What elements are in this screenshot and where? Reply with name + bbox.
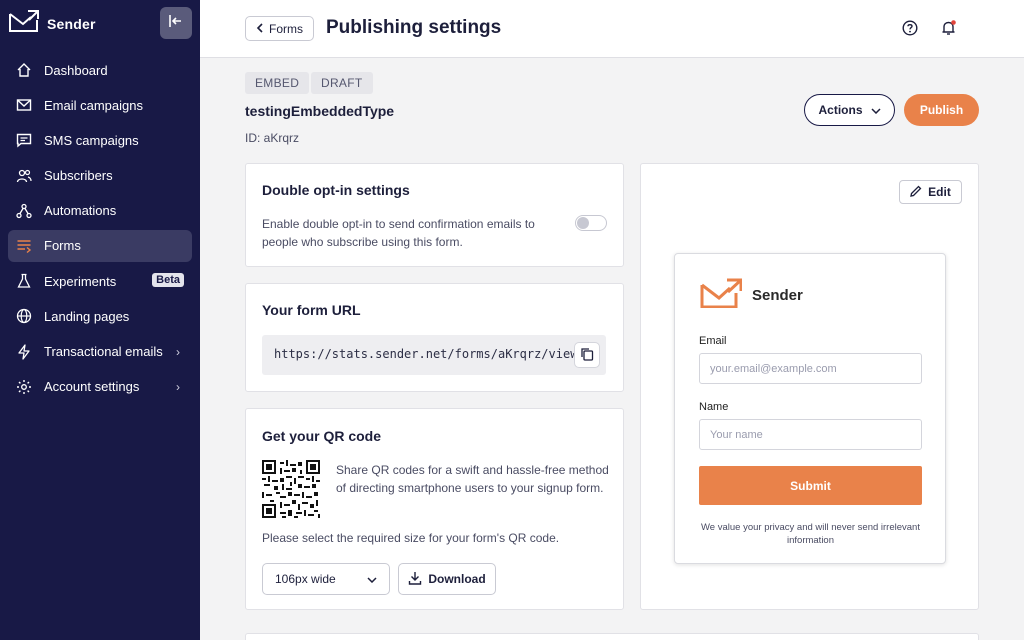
chevron-down-icon [367,572,377,586]
sidebar-item-subscribers[interactable]: Subscribers [8,160,192,192]
actions-dropdown-button[interactable]: Actions [804,94,895,126]
copy-icon [580,347,594,364]
qr-code-description: Share QR codes for a swift and hassle-fr… [336,463,609,495]
beta-badge: Beta [152,273,184,288]
sidebar-item-forms[interactable]: Forms [8,229,192,262]
email-label: Email [699,335,727,347]
sidebar-item-dashboard[interactable]: Dashboard [8,54,192,86]
actions-label: Actions [818,103,863,117]
form-id: ID: aKrqrz [245,131,300,145]
form-name: testingEmbeddedType [245,103,395,119]
sender-logo-icon [700,278,743,313]
form-url-field[interactable]: https://stats.sender.net/forms/aKrqrz/vi… [262,335,606,375]
edit-form-button[interactable]: Edit [899,180,962,204]
home-icon [16,62,32,78]
qr-size-select[interactable]: 106px wide [262,563,390,595]
sidebar-item-label: Experiments [44,273,117,289]
toggle-knob [577,217,589,229]
privacy-notice: We value your privacy and will never sen… [701,522,920,546]
brand[interactable]: Sender [9,10,96,37]
qr-code-card: Get your QR code Share QR codes for a sw… [245,408,624,610]
sidebar-item-experiments[interactable]: Experiments Beta [8,265,192,297]
sidebar-item-label: Dashboard [44,62,108,78]
sidebar-item-transactional-emails[interactable]: Transactional emails › [8,336,192,368]
lightning-icon [16,343,32,360]
sidebar-item-label: Automations [44,203,117,219]
chevron-down-icon [870,103,881,117]
download-qr-button[interactable]: Download [398,563,496,595]
pencil-icon [910,185,922,200]
sidebar-item-account-settings[interactable]: Account settings › [8,371,192,403]
download-icon [408,571,422,588]
brand-name: Sender [47,15,96,32]
back-to-forms-button[interactable]: Forms [245,16,314,41]
double-optin-card: Double opt-in settings Enable double opt… [245,163,624,267]
chevron-left-icon [256,22,264,36]
email-placeholder: your.email@example.com [710,362,837,375]
embed-tag: EMBED [245,72,310,94]
sidebar-item-landing-pages[interactable]: Landing pages [8,300,192,332]
chevron-right-icon: › [176,379,180,394]
sidebar-item-sms-campaigns[interactable]: SMS campaigns [8,124,192,156]
back-button-label: Forms [269,21,303,36]
qr-size-prompt: Please select the required size for your… [262,531,560,545]
sidebar: Sender Dashboard Email campaigns SMS cam… [0,0,200,640]
sidebar-item-label: Subscribers [44,168,113,184]
collapse-icon [169,14,183,33]
form-url-card: Your form URL https://stats.sender.net/f… [245,283,624,392]
qr-code-image [262,460,320,518]
gear-icon [16,379,32,395]
name-input[interactable]: Your name [699,419,922,450]
sidebar-item-label: Landing pages [44,308,130,324]
sidebar-item-label: SMS campaigns [44,132,139,148]
sidebar-item-label: Forms [44,238,81,254]
qr-code-title: Get your QR code [262,428,382,444]
users-icon [16,168,32,184]
double-optin-title: Double opt-in settings [262,182,410,198]
form-url-value: https://stats.sender.net/forms/aKrqrz/vi… [274,347,578,361]
globe-icon [16,308,32,324]
qr-size-value: 106px wide [275,572,336,586]
topbar: Forms Publishing settings [200,0,1024,58]
edit-label: Edit [928,185,951,199]
sidebar-item-label: Transactional emails [44,344,163,359]
submit-button[interactable]: Submit [699,466,922,505]
sidebar-item-email-campaigns[interactable]: Email campaigns [8,89,192,121]
sidebar-item-label: Email campaigns [44,97,143,113]
collapse-sidebar-button[interactable] [160,7,192,39]
double-optin-description: Enable double opt-in to send confirmatio… [262,217,535,249]
sidebar-item-label: Account settings [44,379,140,395]
help-icon[interactable] [902,20,918,41]
preview-logo-text: Sender [752,287,803,304]
chevron-right-icon: › [176,344,180,359]
name-label: Name [699,401,729,413]
flask-icon [16,273,32,289]
form-preview-card: Edit Sender Email your.email@example.com… [640,163,979,610]
preview-logo: Sender [700,278,803,313]
notification-bell-icon[interactable] [940,19,958,42]
name-placeholder: Your name [710,428,763,441]
sidebar-nav: Dashboard Email campaigns SMS campaigns … [8,54,192,406]
forms-icon [16,238,32,254]
draft-tag: DRAFT [311,72,373,94]
download-label: Download [428,572,486,586]
sender-logo-icon [9,10,39,37]
message-icon [16,132,32,148]
double-optin-toggle[interactable] [575,215,607,231]
sidebar-item-automations[interactable]: Automations [8,195,192,227]
next-section-card [245,633,979,640]
email-input[interactable]: your.email@example.com [699,353,922,384]
signup-form-preview: Sender Email your.email@example.com Name… [674,253,946,564]
copy-url-button[interactable] [574,342,600,368]
mail-icon [16,97,32,113]
publish-button[interactable]: Publish [904,94,979,126]
automation-icon [16,203,32,219]
form-url-title: Your form URL [262,302,361,318]
page-title: Publishing settings [326,17,502,38]
